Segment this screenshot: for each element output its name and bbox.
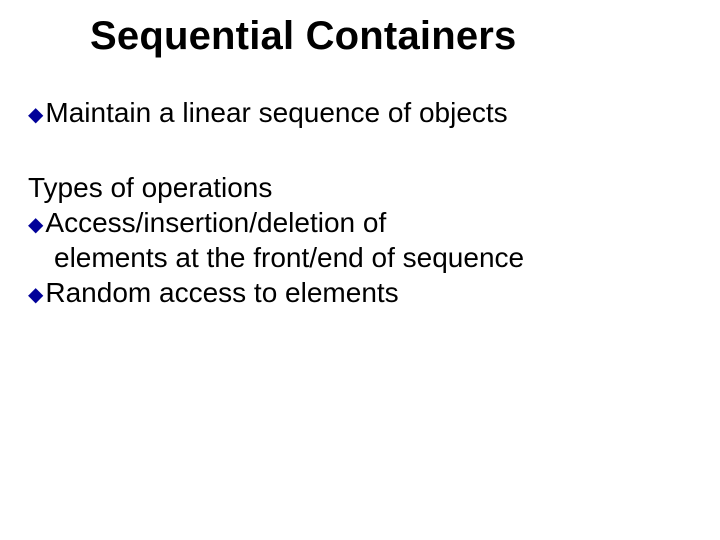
section-heading: Types of operations: [28, 170, 692, 205]
bullet-item: ◆ Access/insertion/deletion of: [28, 205, 692, 240]
bullet-item: ◆ Maintain a linear sequence of objects: [28, 95, 692, 130]
bullet-item: ◆ Random access to elements: [28, 275, 692, 310]
diamond-bullet-icon: ◆: [28, 103, 43, 128]
diamond-bullet-icon: ◆: [28, 283, 43, 308]
diamond-bullet-icon: ◆: [28, 213, 43, 238]
slide: Sequential Containers ◆ Maintain a linea…: [0, 0, 720, 540]
bullet-text: Random access to elements: [45, 275, 398, 310]
bullet-text: Access/insertion/deletion of: [45, 205, 386, 240]
slide-title: Sequential Containers: [90, 14, 692, 59]
bullet-text: Maintain a linear sequence of objects: [45, 95, 507, 130]
slide-body: ◆ Maintain a linear sequence of objects …: [28, 95, 692, 310]
bullet-text-continued: elements at the front/end of sequence: [54, 240, 692, 275]
